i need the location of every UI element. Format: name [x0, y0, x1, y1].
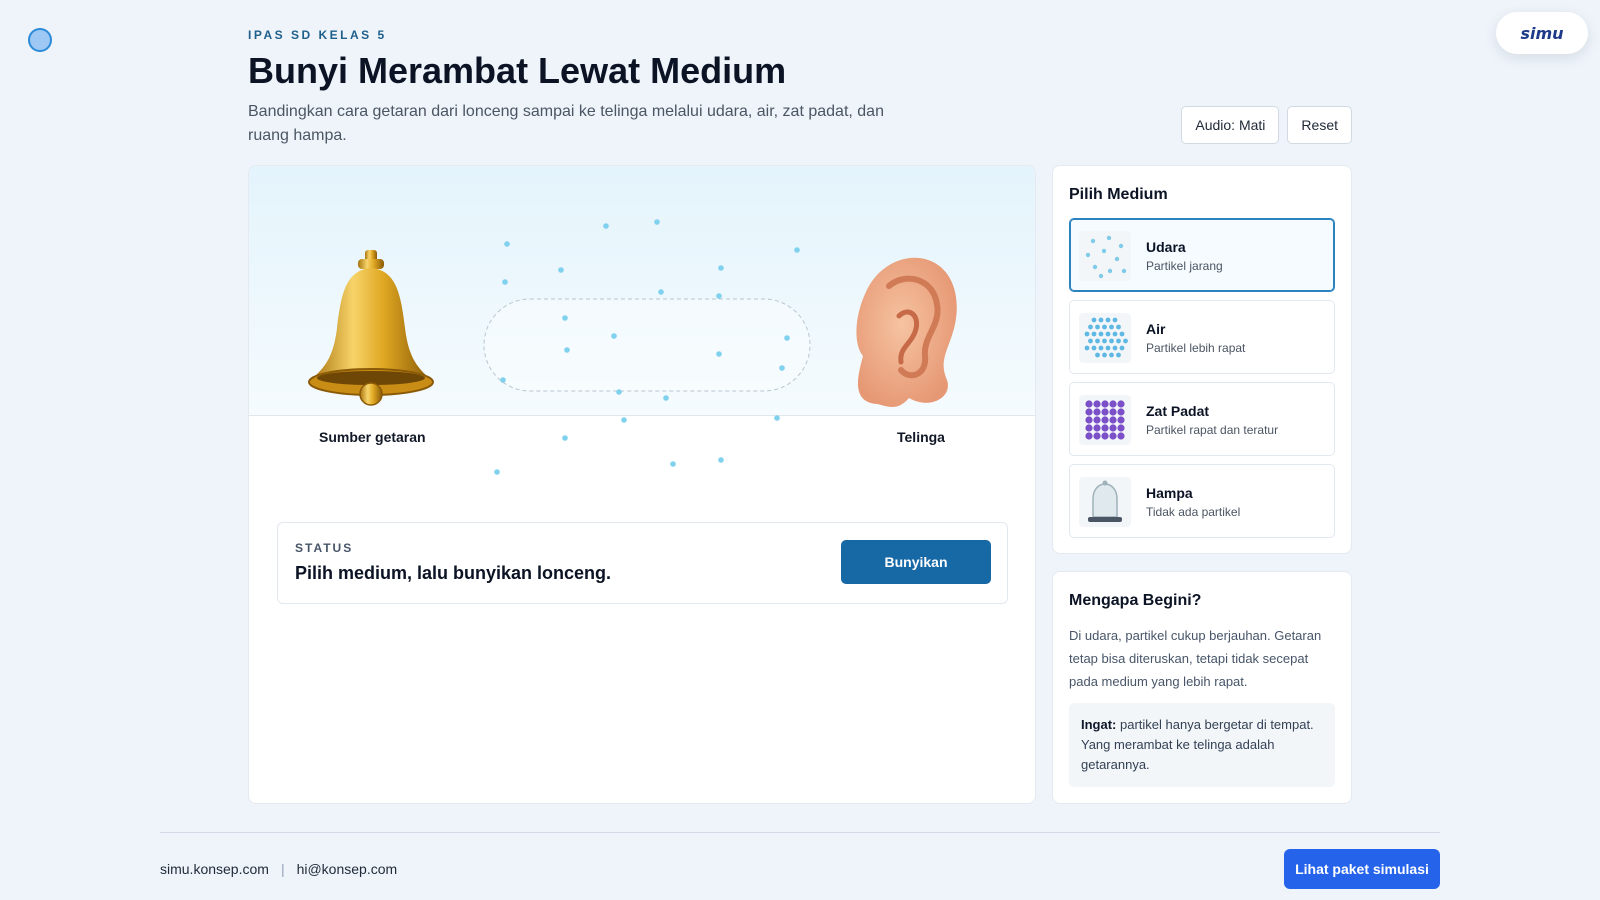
particle	[494, 469, 500, 475]
particle	[562, 315, 568, 321]
medium-option-udara[interactable]: Udara Partikel jarang	[1069, 218, 1335, 292]
footer-email-link[interactable]: hi@konsep.com	[297, 861, 398, 877]
particle	[621, 417, 627, 423]
particle	[716, 293, 722, 299]
particle	[718, 457, 724, 463]
medium-name: Air	[1146, 321, 1166, 337]
particle	[562, 435, 568, 441]
dense-particles-icon	[1079, 313, 1131, 363]
ring-bell-button[interactable]: Bunyikan	[841, 540, 991, 584]
medium-name: Udara	[1146, 239, 1186, 255]
explanation-panel: Mengapa Begini? Di udara, partikel cukup…	[1052, 571, 1352, 804]
receiver-label: Telinga	[897, 429, 945, 445]
reset-button[interactable]: Reset	[1287, 106, 1352, 144]
sparse-particles-icon	[1079, 231, 1131, 281]
brand-logo-text: simu	[1520, 23, 1564, 43]
particle	[502, 279, 508, 285]
solid-lattice-icon	[1079, 395, 1131, 445]
particle	[658, 289, 664, 295]
top-actions: Audio: Mati Reset	[1181, 106, 1352, 144]
status-indicator-dot	[28, 28, 52, 52]
simulation-canvas	[308, 219, 957, 475]
audio-toggle-button[interactable]: Audio: Mati	[1181, 106, 1280, 144]
medium-name: Zat Padat	[1146, 403, 1210, 419]
particle	[663, 395, 669, 401]
medium-option-air[interactable]: Air Partikel lebih rapat	[1069, 300, 1335, 374]
medium-zone	[483, 298, 811, 392]
status-kicker: STATUS	[295, 541, 354, 555]
bell-icon[interactable]	[308, 250, 434, 406]
remember-label: Ingat:	[1081, 717, 1117, 732]
medium-desc: Partikel lebih rapat	[1146, 341, 1246, 355]
particle	[504, 241, 510, 247]
particle	[716, 351, 722, 357]
footer-separator: |	[280, 861, 285, 877]
explanation-title: Mengapa Begini?	[1069, 592, 1202, 609]
footer-links: simu.konsep.com | hi@konsep.com	[160, 861, 397, 877]
page-title: Bunyi Merambat Lewat Medium	[248, 50, 787, 91]
particle	[500, 377, 506, 383]
footer-website-link[interactable]: simu.konsep.com	[160, 861, 269, 877]
status-panel: STATUS Pilih medium, lalu bunyikan lonce…	[277, 522, 1008, 604]
particle	[774, 415, 780, 421]
remember-text: partikel hanya bergetar di tempat. Yang …	[1081, 717, 1314, 772]
medium-desc: Tidak ada partikel	[1146, 505, 1241, 519]
particle	[564, 347, 570, 353]
footer-divider	[160, 832, 1440, 833]
source-label: Sumber getaran	[319, 429, 426, 445]
page-subtitle: Bandingkan cara getaran dari lonceng sam…	[248, 103, 884, 144]
particle	[718, 265, 724, 271]
medium-desc: Partikel jarang	[1146, 259, 1223, 273]
status-message: Pilih medium, lalu bunyikan lonceng.	[295, 563, 612, 583]
particle	[794, 247, 800, 253]
simulation-card: Sumber getaran Telinga STATUS Pilih medi…	[248, 165, 1036, 804]
particle	[784, 335, 790, 341]
course-kicker: IPAS SD KELAS 5	[248, 28, 387, 42]
medium-name: Hampa	[1146, 485, 1193, 501]
medium-option-zat-padat[interactable]: Zat Padat Partikel rapat dan teratur	[1069, 382, 1335, 456]
brand-logo[interactable]: simu	[1496, 12, 1588, 54]
medium-selector-panel: Pilih Medium Udara Partikel jarang Air P…	[1052, 165, 1352, 554]
particle	[670, 461, 676, 467]
particle	[603, 223, 609, 229]
medium-desc: Partikel rapat dan teratur	[1146, 423, 1279, 437]
ear-icon[interactable]	[856, 257, 957, 407]
medium-list: Udara Partikel jarang Air Partikel lebih…	[1069, 218, 1335, 546]
remember-note: Ingat: partikel hanya bergetar di tempat…	[1069, 703, 1335, 787]
explanation-body: Di udara, partikel cukup berjauhan. Geta…	[1069, 628, 1322, 689]
bell-jar-icon	[1079, 477, 1131, 527]
medium-panel-title: Pilih Medium	[1069, 186, 1168, 203]
particle	[616, 389, 622, 395]
particle	[654, 219, 660, 225]
particle	[779, 365, 785, 371]
particle	[558, 267, 564, 273]
medium-option-hampa[interactable]: Hampa Tidak ada partikel	[1069, 464, 1335, 538]
view-packages-button[interactable]: Lihat paket simulasi	[1284, 849, 1440, 889]
particle	[611, 333, 617, 339]
